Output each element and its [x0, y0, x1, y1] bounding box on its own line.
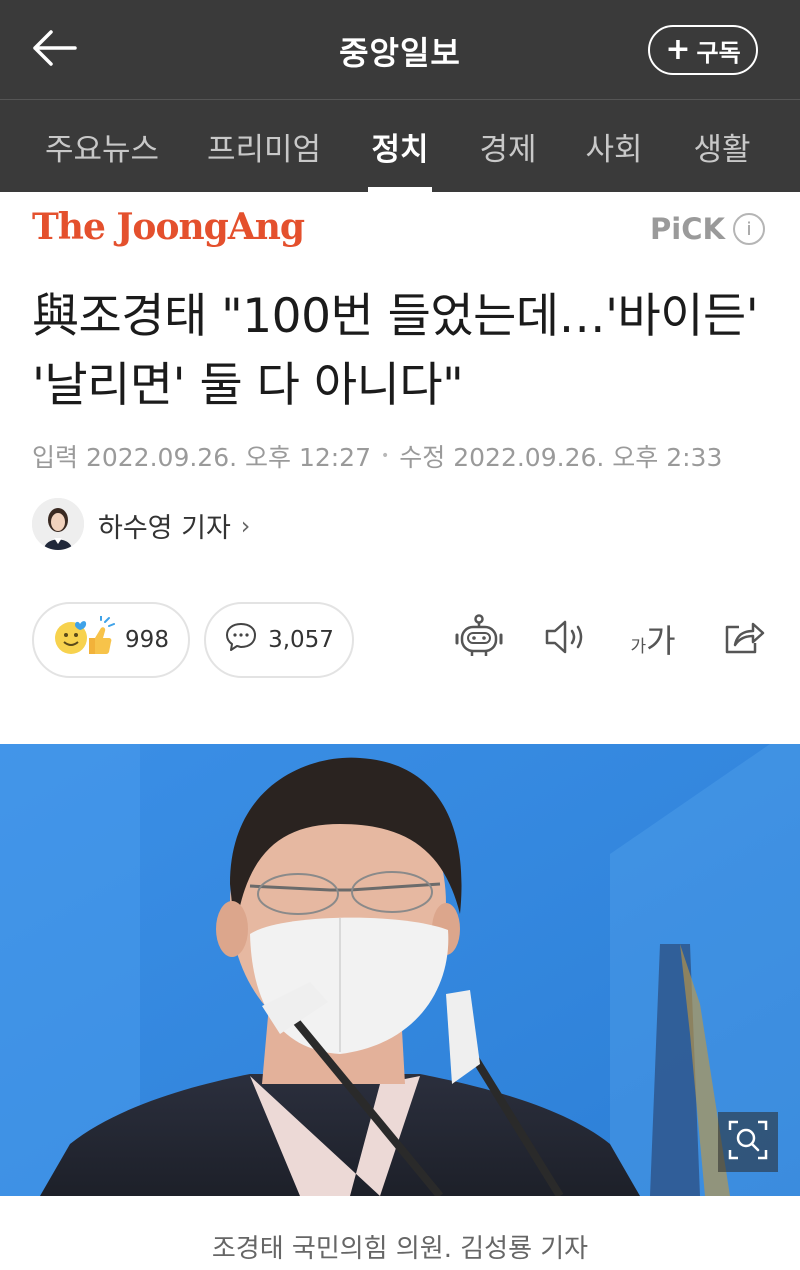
share-button[interactable]	[716, 612, 770, 666]
category-tab-bar: 주요뉴스 프리미엄 정치 경제 사회 생활	[0, 100, 800, 192]
text-to-speech-button[interactable]	[538, 612, 592, 666]
author-link[interactable]: 하수영 기자 ›	[98, 506, 250, 545]
author-name: 하수영 기자	[98, 513, 231, 544]
info-icon[interactable]: i	[732, 213, 765, 245]
reaction-button[interactable]: 998	[32, 602, 190, 678]
tab-label: 생활	[693, 131, 751, 168]
tab-premium[interactable]: 프리미엄	[192, 100, 336, 192]
tab-economy[interactable]: 경제	[470, 100, 546, 192]
reaction-count: 998	[125, 627, 169, 653]
active-tab-indicator	[368, 187, 432, 192]
pick-label: PiCK	[650, 212, 725, 246]
publisher-logo[interactable]: The JoongAng	[32, 206, 305, 248]
separator-dot: •	[381, 448, 390, 464]
plus-icon: +	[665, 32, 691, 67]
zoom-magnifier-icon	[726, 1118, 770, 1166]
tab-politics[interactable]: 정치	[362, 100, 438, 192]
top-bar: 중앙일보 + 구독	[0, 0, 800, 100]
tab-main-news[interactable]: 주요뉴스	[30, 100, 174, 192]
tab-label: 프리미엄	[206, 131, 322, 168]
author-avatar[interactable]	[32, 498, 84, 550]
pick-badge: PiCK i	[650, 212, 765, 246]
robot-icon	[454, 614, 504, 664]
modified-date: 2022.09.26. 오후 2:33	[453, 443, 723, 472]
font-size-icon: 가가	[630, 616, 675, 662]
tab-label: 경제	[479, 131, 537, 168]
tab-label: 정치	[371, 131, 429, 168]
comment-button[interactable]: 3,057	[204, 602, 354, 678]
article-dates: 입력 2022.09.26. 오후 12:27 • 수정 2022.09.26.…	[32, 438, 722, 474]
tab-label: 사회	[585, 131, 643, 168]
tab-life[interactable]: 생활	[684, 100, 760, 192]
photo-caption: 조경태 국민의힘 의원. 김성룡 기자	[211, 1234, 589, 1264]
input-label: 입력	[32, 443, 79, 472]
font-size-large-glyph: 가	[646, 622, 676, 660]
share-icon	[721, 617, 765, 661]
input-date: 2022.09.26. 오후 12:27	[85, 443, 371, 472]
speaker-icon	[542, 617, 588, 661]
article-headline: 與조경태 "100번 들었는데…'바이든' '날리면' 둘 다 아니다"	[32, 289, 759, 413]
smile-thumbs-up-icon	[53, 615, 116, 664]
chevron-right-icon: ›	[240, 511, 251, 540]
photo-zoom-button[interactable]	[718, 1112, 778, 1172]
tab-society[interactable]: 사회	[576, 100, 652, 192]
tab-label: 주요뉴스	[44, 131, 160, 168]
subscribe-label: 구독	[696, 38, 741, 67]
modified-label: 수정	[399, 443, 446, 472]
summary-bot-button[interactable]	[452, 612, 506, 666]
subscribe-button[interactable]: + 구독	[648, 25, 758, 75]
article-photo[interactable]	[0, 744, 800, 1196]
font-size-button[interactable]: 가가	[626, 612, 680, 666]
comment-bubble-icon	[224, 621, 258, 659]
comment-count: 3,057	[268, 627, 334, 653]
font-size-small-glyph: 가	[630, 637, 647, 657]
